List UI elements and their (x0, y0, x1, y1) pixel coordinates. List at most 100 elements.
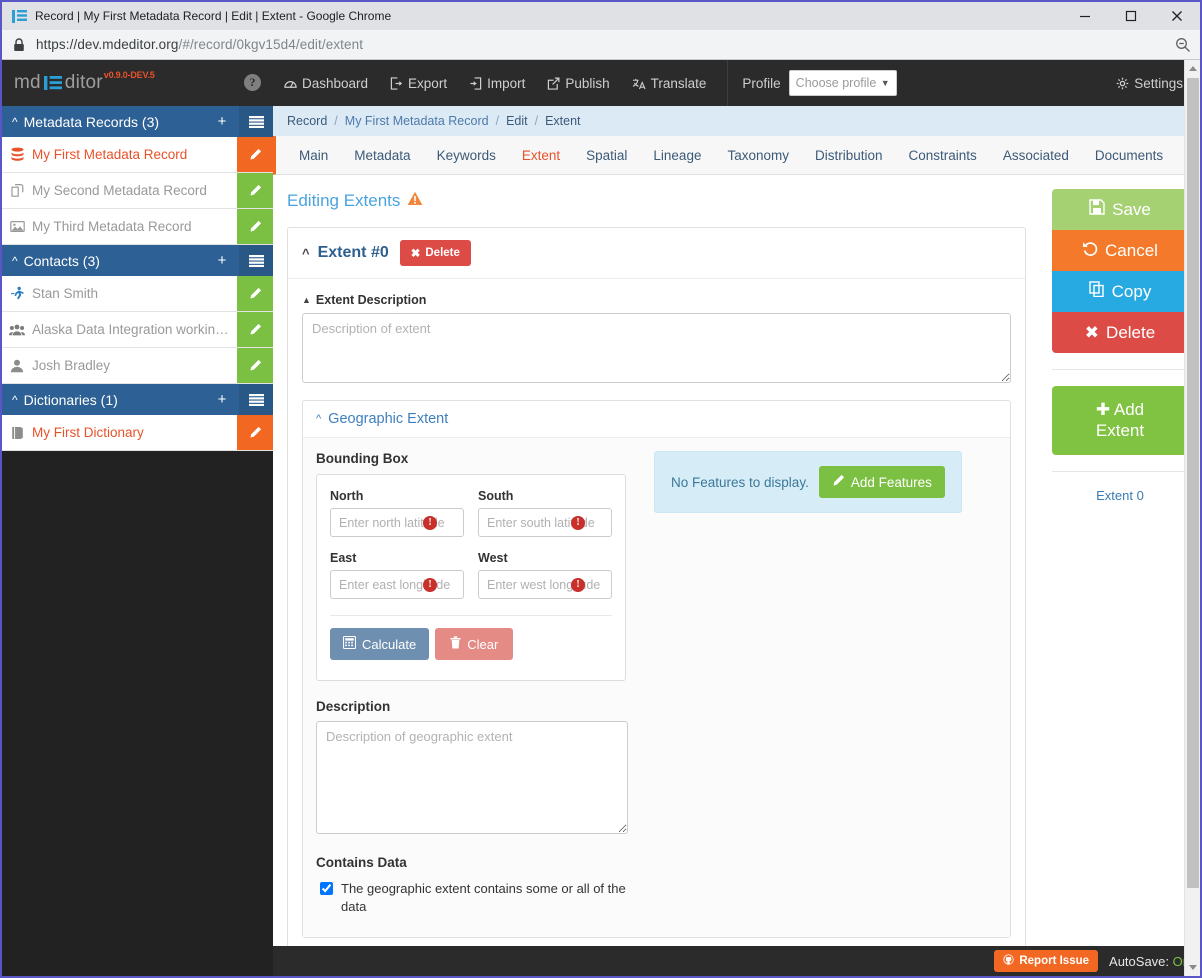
geographic-extent-header[interactable]: ^ Geographic Extent (303, 401, 1010, 438)
geo-description-textarea[interactable] (316, 721, 628, 834)
copy-button[interactable]: Copy (1052, 271, 1188, 312)
report-issue-label: Report Issue (1019, 955, 1090, 967)
nav-item-dashboard[interactable]: Dashboard (273, 60, 379, 106)
edit-item-button[interactable] (237, 312, 273, 347)
tab-extent[interactable]: Extent (509, 136, 573, 174)
extent-description-label[interactable]: ▲ Extent Description (302, 293, 1011, 307)
calculate-button[interactable]: Calculate (330, 628, 430, 660)
sidebar-section-menu-button[interactable] (239, 245, 273, 276)
save-button[interactable]: Save (1052, 189, 1188, 230)
divider (1052, 369, 1188, 370)
extent-panel-body: ▲ Extent Description ^ Geographic Extent (288, 279, 1025, 946)
bounding-box-input-wrap: ! (330, 508, 464, 537)
add-extent-button[interactable]: ✚ Add Extent (1052, 386, 1188, 455)
breadcrumb-item[interactable]: Edit (506, 114, 528, 128)
tab-constraints[interactable]: Constraints (896, 136, 990, 174)
clear-label: Clear (467, 636, 499, 652)
delete-label: Delete (1106, 322, 1156, 342)
tab-associated[interactable]: Associated (990, 136, 1082, 174)
breadcrumb-item[interactable]: Record (287, 114, 327, 128)
scroll-down-arrow-icon[interactable] (1185, 959, 1201, 976)
profile-select[interactable]: Choose profile ▼ (788, 70, 897, 96)
maximize-button[interactable] (1108, 2, 1154, 30)
sidebar-list-item[interactable]: Josh Bradley (2, 348, 273, 384)
sidebar-list-item[interactable]: Alaska Data Integration working… (2, 312, 273, 348)
sidebar-section-add-button[interactable]: + (205, 106, 239, 137)
contains-data-checkbox[interactable] (320, 882, 333, 895)
nav-item-label: Dashboard (302, 75, 369, 91)
github-icon (1003, 954, 1014, 968)
tab-lineage[interactable]: Lineage (640, 136, 714, 174)
bounding-box-field-label: North (330, 489, 364, 503)
delete-extent-button[interactable]: ✖ Delete (399, 240, 471, 266)
tab-taxonomy[interactable]: Taxonomy (714, 136, 802, 174)
sidebar-section-title: Contacts (3) (23, 252, 100, 269)
divider (1052, 470, 1188, 472)
nav-item-export[interactable]: Export (379, 60, 458, 106)
sidebar-section-menu-button[interactable] (239, 384, 273, 415)
page-scrollbar[interactable] (1184, 60, 1200, 976)
edit-item-button[interactable] (237, 137, 273, 172)
bounding-box-input[interactable] (330, 508, 464, 537)
users-icon (2, 323, 32, 337)
extent-description-textarea[interactable] (302, 313, 1011, 383)
sidebar-list-item[interactable]: My First Metadata Record (2, 137, 273, 173)
edit-item-button[interactable] (237, 173, 273, 208)
tab-spatial[interactable]: Spatial (573, 136, 640, 174)
scrollbar-thumb[interactable] (1186, 78, 1199, 888)
sidebar-list-item[interactable]: My First Dictionary (2, 415, 273, 451)
sidebar-list-item-label: My Second Metadata Record (32, 183, 207, 198)
nav-item-translate[interactable]: Translate (621, 60, 718, 106)
divider (330, 615, 612, 616)
zoom-out-icon[interactable] (1166, 37, 1200, 53)
breadcrumb-item[interactable]: My First Metadata Record (345, 114, 489, 128)
tab-keywords[interactable]: Keywords (424, 136, 509, 174)
cancel-button[interactable]: Cancel (1052, 230, 1188, 271)
extent-panel-title[interactable]: ^ Extent #0 (302, 244, 389, 262)
tab-distribution[interactable]: Distribution (802, 136, 896, 174)
chevron-up-icon[interactable]: ^ (302, 246, 310, 261)
edit-item-button[interactable] (237, 276, 273, 311)
nav-item-label: Export (408, 75, 448, 91)
nav-item-publish[interactable]: Publish (536, 60, 620, 106)
sidebar-list-item[interactable]: My Second Metadata Record (2, 173, 273, 209)
delete-button[interactable]: ✖ Delete (1052, 312, 1188, 353)
minimize-button[interactable] (1062, 2, 1108, 30)
tab-documents[interactable]: Documents (1082, 136, 1176, 174)
sidebar-section-header[interactable]: ^ Dictionaries (1) + (2, 384, 273, 415)
tab-main[interactable]: Main (286, 136, 341, 174)
sidebar-section-header[interactable]: ^ Metadata Records (3) + (2, 106, 273, 137)
nav-item-label: Settings (1134, 75, 1183, 91)
contains-data-checkbox-row[interactable]: The geographic extent contains some or a… (316, 880, 628, 915)
sidebar-list-item[interactable]: Stan Smith (2, 276, 273, 312)
sidebar-section-menu-button[interactable] (239, 106, 273, 137)
sidebar-section-add-button[interactable]: + (205, 384, 239, 415)
main-column: Dashboard Export Import Publish Translat… (273, 60, 1200, 976)
window-controls (1062, 2, 1200, 30)
add-features-button[interactable]: Add Features (818, 466, 945, 498)
edit-item-button[interactable] (237, 348, 273, 383)
sidebar-list-item-label: Josh Bradley (32, 358, 111, 373)
bounding-box-input[interactable] (478, 508, 612, 537)
edit-item-button[interactable] (237, 415, 273, 450)
bounding-box-input[interactable] (330, 570, 464, 599)
report-issue-button[interactable]: Report Issue (994, 950, 1099, 972)
bounding-box-input-wrap: ! (478, 570, 612, 599)
close-x-icon: ✖ (1084, 322, 1100, 342)
scroll-up-arrow-icon[interactable] (1185, 60, 1201, 77)
edit-item-button[interactable] (237, 209, 273, 244)
help-icon[interactable]: ? (244, 74, 261, 91)
sidebar-section-add-button[interactable]: + (205, 245, 239, 276)
nav-item-settings[interactable]: Settings (1105, 60, 1194, 106)
tab-metadata[interactable]: Metadata (341, 136, 423, 174)
clear-button[interactable]: Clear (435, 628, 514, 660)
bounding-box-input[interactable] (478, 570, 612, 599)
close-button[interactable] (1154, 2, 1200, 30)
nav-item-import[interactable]: Import (458, 60, 536, 106)
extent-0-link[interactable]: Extent 0 (1052, 488, 1188, 503)
sidebar-section-header[interactable]: ^ Contacts (3) + (2, 245, 273, 276)
runner-icon (2, 286, 32, 301)
sidebar-list-item[interactable]: My Third Metadata Record (2, 209, 273, 245)
delete-extent-label: Delete (425, 247, 460, 259)
browser-url-bar[interactable]: https://dev.mdeditor.org/#/record/0kgv15… (2, 30, 1200, 60)
